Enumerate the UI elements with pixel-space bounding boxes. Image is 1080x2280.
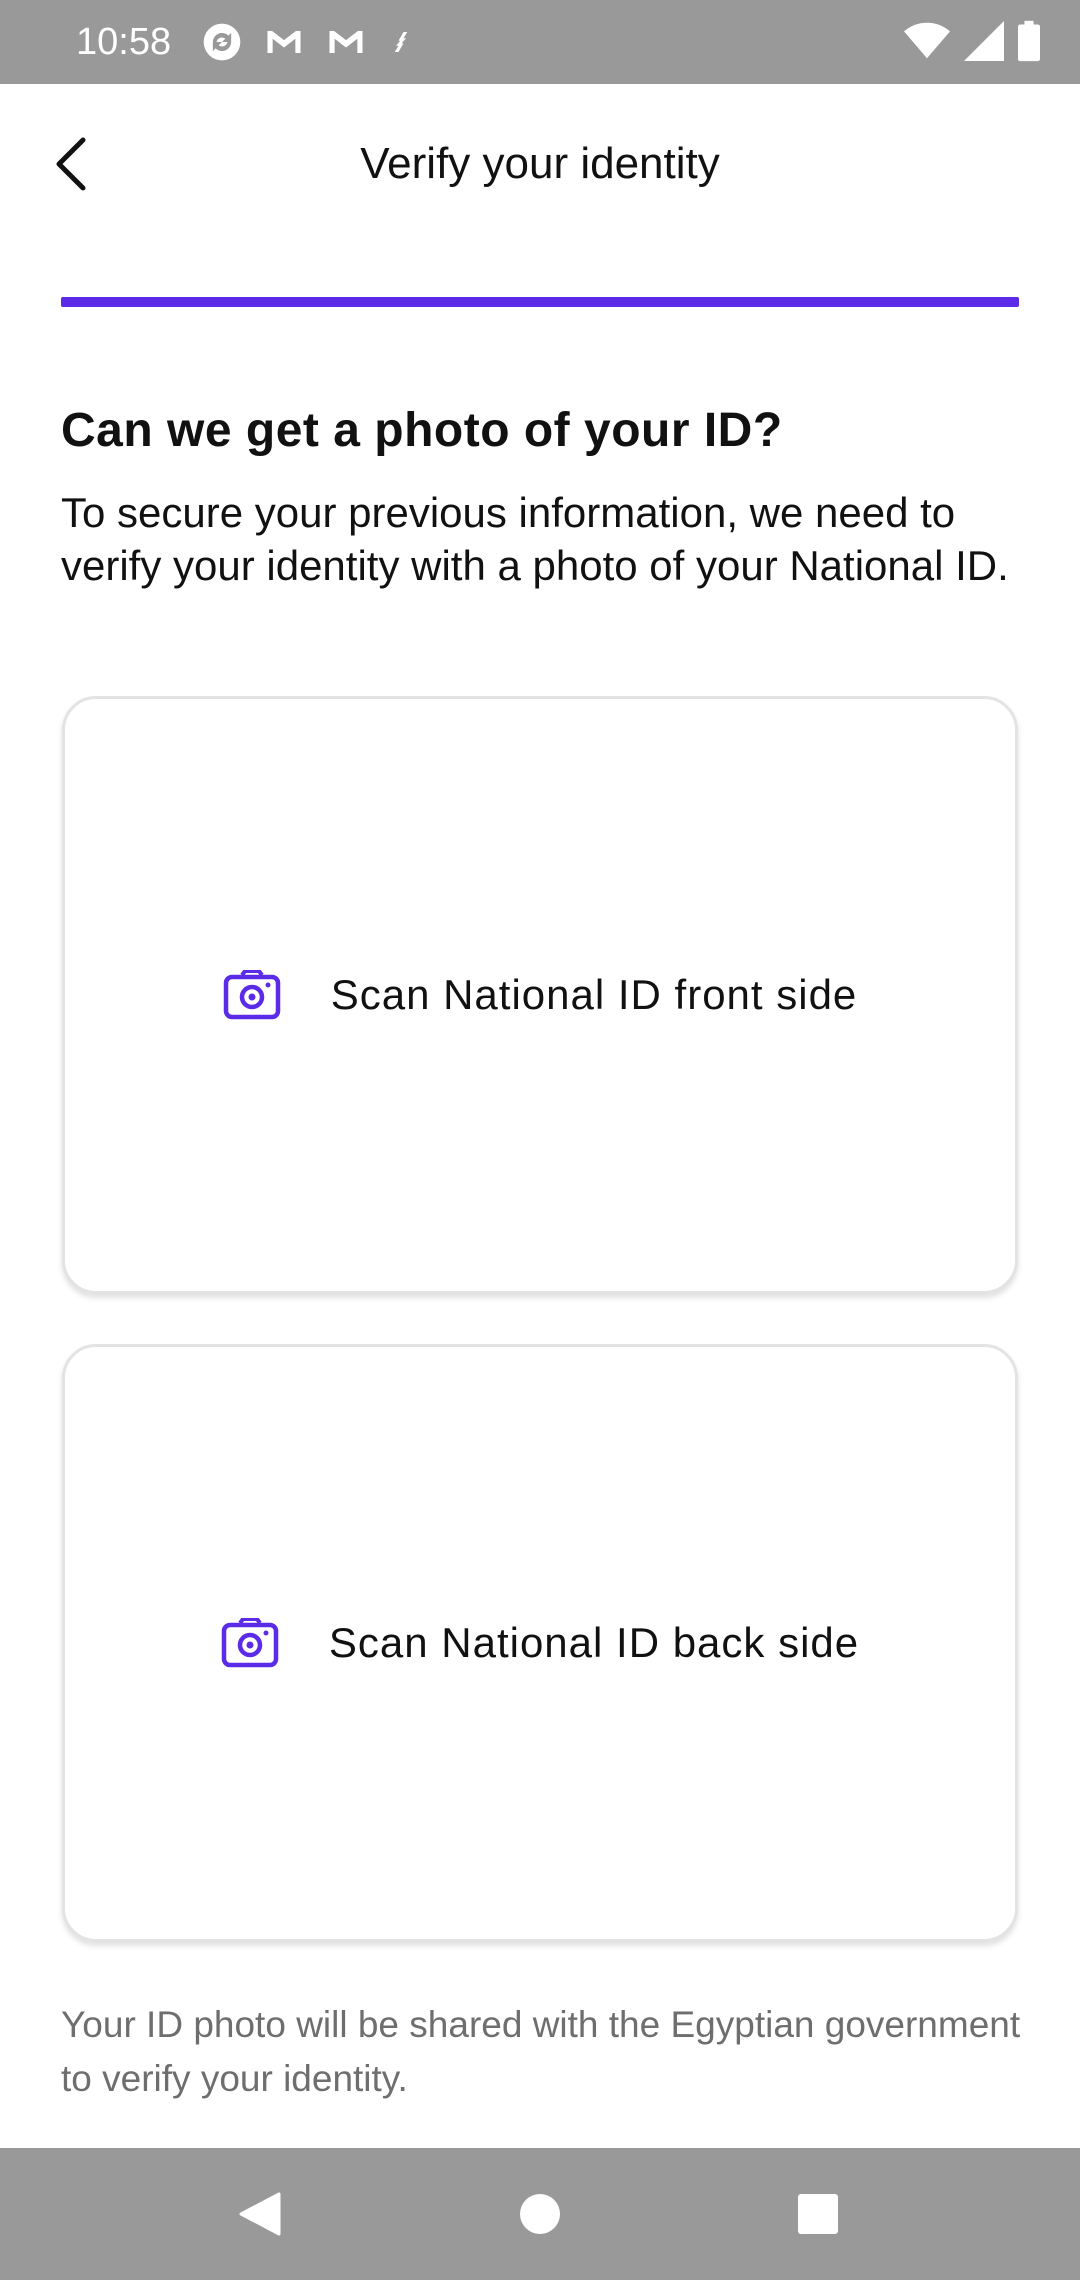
scan-front-label: Scan National ID front side [330,971,858,1018]
camera-icon [221,1618,279,1668]
section-heading: Can we get a photo of your ID? [61,404,783,457]
cellular-signal-icon [964,21,1004,61]
gmail-icon [267,31,301,53]
battery-icon [1018,20,1040,62]
privacy-disclaimer: Your ID photo will be shared with the Eg… [61,2004,1021,2099]
progress-fill [61,297,1019,307]
scan-front-side-card[interactable]: Scan National ID front side [62,696,1018,1294]
camera-icon [223,970,280,1020]
verify-identity-screen: 10:58 Verify your identity Can we get a … [0,0,1080,2280]
recents-square-icon [798,2194,838,2234]
home-circle-icon [520,2194,560,2234]
scan-back-side-card[interactable]: Scan National ID back side [62,1344,1018,1942]
nav-recents-button[interactable] [784,2180,852,2248]
back-triangle-icon [239,2192,281,2236]
nav-back-button[interactable] [225,2180,293,2248]
section-description: To secure your previous information, we … [61,489,1009,589]
nav-home-button[interactable] [506,2180,574,2248]
sync-icon [203,23,241,61]
page-title: Verify your identity [360,139,720,188]
scan-back-content: Scan National ID back side [221,1616,859,1670]
notification-icons [200,20,416,64]
scan-front-content: Scan National ID front side [223,968,858,1022]
status-bar: 10:58 [0,0,1080,84]
top-app-bar: Verify your identity [0,84,1080,240]
system-status-icons [904,20,1040,62]
navigation-bar [0,2148,1080,2280]
transfer-icon [394,32,408,52]
progress-bar [61,297,1019,307]
wifi-icon [904,22,950,59]
gmail-icon [329,31,363,53]
status-time: 10:58 [76,21,172,63]
scan-back-label: Scan National ID back side [328,1619,860,1666]
